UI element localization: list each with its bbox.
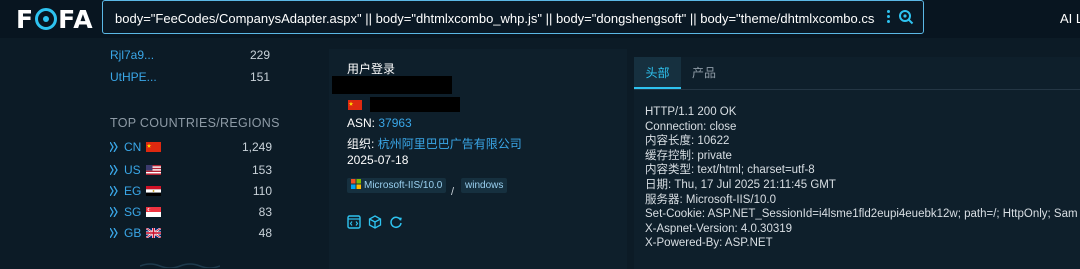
logo-letters-fa: FA [58,4,94,34]
tab-products[interactable]: 产品 [681,57,727,89]
country-count: 110 [252,184,272,198]
windows-icon [351,179,361,189]
search-box [102,0,924,34]
logo-target-icon [35,8,58,30]
country-row-us[interactable]: US 153 [110,163,272,179]
country-row-eg[interactable]: EG 110 [110,184,272,200]
code-view-icon[interactable] [347,215,361,229]
country-code: CN [124,140,142,154]
more-options-icon[interactable] [887,10,891,26]
egypt-flag-icon [146,186,161,196]
item-label: UtHPE... [110,70,157,84]
item-count: 151 [249,70,270,84]
country-code: US [124,163,141,177]
tag-label: windows [465,180,504,191]
search-icon[interactable] [898,9,914,25]
country-code: GB [124,226,142,240]
item-label: Rjl7a9... [110,48,155,62]
cube-icon[interactable] [368,215,382,229]
usa-flag-icon [146,165,161,175]
country-row-cn[interactable]: CN 1,249 [110,140,272,156]
tag-label: Microsoft-IIS/10.0 [364,180,443,191]
detail-panel: 头部 产品 HTTP/1.1 200 OK Connection: close … [634,57,1080,269]
uk-flag-icon [146,228,161,238]
item-count: 229 [249,48,270,62]
search-input[interactable] [113,7,877,29]
header-line: 缓存控制: private [645,149,732,162]
decorative-wave [140,263,220,268]
result-card: 用户登录 ASN: 37963 组织: 杭州阿里巴巴广告有限公司 2025-07… [329,49,627,269]
org-label: 组织: [347,137,375,151]
double-chevron-icon [110,186,118,196]
double-chevron-icon [110,142,118,152]
logo-letter-f: F [16,4,35,34]
redacted-host [332,76,452,94]
result-date: 2025-07-18 [347,153,409,167]
http-headers: HTTP/1.1 200 OK Connection: close 内容长度: … [645,105,1077,265]
header-line: X-Aspnet-Version: 4.0.30319 [645,222,793,235]
country-row-sg[interactable]: SG 83 [110,205,272,221]
tab-headers[interactable]: 头部 [634,57,681,89]
product-tag-windows[interactable]: windows [461,178,508,193]
double-chevron-icon [110,165,118,175]
fofa-logo[interactable]: F FA [16,4,94,34]
header-line: 服务器: Microsoft-IIS/10.0 [645,193,777,206]
list-item[interactable]: Rjl7a9... 229 [110,48,270,62]
countries-title: TOP COUNTRIES/REGIONS [110,116,280,130]
country-count: 83 [258,205,272,219]
org-row: 组织: 杭州阿里巴巴广告有限公司 [347,135,522,152]
tag-separator: / [451,186,455,198]
double-chevron-icon [110,207,118,217]
header-line: 内容类型: text/html; charset=utf-8 [645,164,815,177]
detail-tabs: 头部 产品 [634,57,1080,90]
header-line: HTTP/1.1 200 OK [645,106,737,118]
country-count: 1,249 [241,140,272,154]
china-flag-icon [146,142,161,152]
ai-label[interactable]: AI L [1060,11,1080,26]
list-item[interactable]: UtHPE... 151 [110,70,270,84]
singapore-flag-icon [146,207,161,217]
header-line: 日期: Thu, 17 Jul 2025 21:11:45 GMT [645,178,836,191]
country-row-gb[interactable]: GB 48 [110,226,272,242]
header-line: Connection: close [645,120,737,133]
stats-sidebar: Rjl7a9... 229 UtHPE... 151 TOP COUNTRIES… [98,38,288,269]
header-line: 内容长度: 10622 [645,135,730,148]
asn-row: ASN: 37963 [347,116,412,130]
asn-label: ASN: [347,116,376,130]
china-flag-icon [348,100,362,110]
country-code: EG [124,184,142,198]
redacted-ip [370,97,460,112]
refresh-icon[interactable] [389,215,403,229]
product-tag-iis[interactable]: Microsoft-IIS/10.0 [347,178,447,193]
header-line: Set-Cookie: ASP.NET_SessionId=i4lsme1fld… [645,208,1077,221]
country-count: 153 [251,163,272,177]
org-link[interactable]: 杭州阿里巴巴广告有限公司 [378,137,522,151]
asn-link[interactable]: 37963 [378,116,411,130]
country-code: SG [124,205,142,219]
country-count: 48 [258,226,272,240]
double-chevron-icon [110,228,118,238]
header-line: X-Powered-By: ASP.NET [645,237,773,250]
result-title[interactable]: 用户登录 [347,60,395,77]
